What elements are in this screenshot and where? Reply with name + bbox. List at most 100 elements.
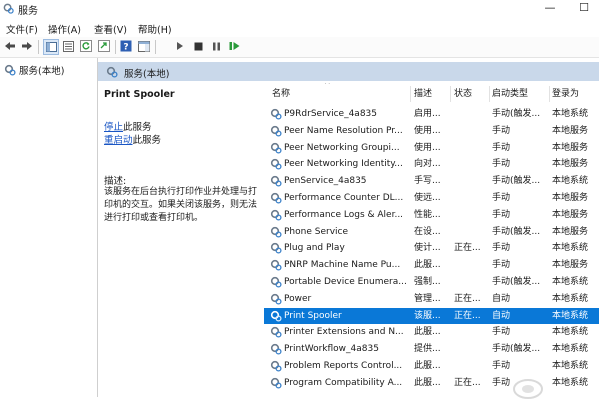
table-row[interactable]: Peer Name Resolution Pr... 使用... 手动 本地服务 <box>264 123 599 140</box>
window-title: 服务 <box>18 6 38 17</box>
services-gear-icon <box>106 66 118 78</box>
service-gear-icon <box>270 360 282 372</box>
menu-action[interactable]: 操作(A) <box>48 22 81 36</box>
table-row[interactable]: Print Spooler 该服... 正在... 自动 本地系统 <box>264 307 599 325</box>
cell-log-on-as: 本地服务 <box>552 193 589 203</box>
cell-status: 正在... <box>454 293 481 304</box>
service-gear-icon <box>270 142 282 154</box>
column-header-name[interactable]: 名称 <box>272 83 402 105</box>
table-row[interactable]: Performance Counter DL... 使远... 手动 本地服务 <box>264 190 599 207</box>
cell-startup-type: 手动 <box>492 142 511 153</box>
properties-icon[interactable] <box>61 39 75 53</box>
cell-name: Performance Logs & Aler... <box>284 209 404 220</box>
table-row[interactable]: Printer Extensions and N... 此服... 手动 本地系统 <box>264 324 599 341</box>
show-hide-action-pane-icon[interactable] <box>137 39 151 53</box>
column-header-startup-type[interactable]: 启动类型 <box>492 83 548 105</box>
cell-status <box>454 324 488 341</box>
table-row[interactable]: Performance Logs & Aler... 性能... 手动 本地服务 <box>264 207 599 224</box>
console-tree-icon[interactable] <box>43 39 59 55</box>
cell-startup-type: 手动 <box>492 361 511 371</box>
cell-description: 启用... <box>414 109 441 119</box>
cell-status <box>454 207 488 224</box>
back-icon[interactable] <box>3 39 17 53</box>
table-row[interactable]: Problem Reports Control... 此服... 手动 本地系统 <box>264 358 599 375</box>
table-row[interactable]: PenService_4a835 手写... 手动(触发... 本地系统 <box>264 173 599 190</box>
cell-startup-type: 手动 <box>492 193 511 203</box>
column-header-description[interactable]: 描述 <box>414 83 448 105</box>
stop-service-icon[interactable] <box>191 39 205 53</box>
cell-name: Plug and Play <box>284 243 345 254</box>
cell-log-on-as: 本地系统 <box>552 377 589 388</box>
column-header-status[interactable]: 状态 <box>454 83 488 105</box>
cell-startup-type: 手动 <box>492 159 511 170</box>
table-row[interactable]: P9RdrService_4a835 启用... 手动(触发... 本地系统 <box>264 106 599 123</box>
refresh-icon[interactable] <box>79 39 93 53</box>
menu-bar: 文件(F) 操作(A) 查看(V) 帮助(H) <box>0 19 599 37</box>
start-service-icon[interactable] <box>173 39 187 53</box>
service-gear-icon <box>270 293 282 305</box>
table-row[interactable]: PNRP Machine Name Pu... 此服... 手动 本地服务 <box>264 257 599 274</box>
column-divider <box>410 86 411 102</box>
table-row[interactable]: Plug and Play 使计... 正在... 手动 本地系统 <box>264 240 599 257</box>
toolbar-separator <box>115 40 116 54</box>
menu-help[interactable]: 帮助(H) <box>138 22 172 36</box>
cell-log-on-as: 本地系统 <box>552 109 589 119</box>
cell-status <box>454 156 488 173</box>
table-row[interactable]: Portable Device Enumera... 强制... 手动(触发... 本… <box>264 274 599 291</box>
service-gear-icon <box>270 377 282 389</box>
cell-status <box>454 224 488 241</box>
pause-service-icon[interactable] <box>209 39 223 53</box>
restart-service-icon[interactable] <box>227 39 241 53</box>
cell-name: Program Compatibility A... <box>284 377 403 388</box>
cell-description: 提供... <box>414 344 441 355</box>
cell-status <box>454 274 488 291</box>
minimize-button[interactable]: — <box>535 0 565 18</box>
cell-description: 此服... <box>414 327 441 338</box>
services-gear-icon <box>4 64 16 76</box>
cell-name: Portable Device Enumera... <box>284 277 407 287</box>
toolbar-separator <box>38 40 39 54</box>
table-row[interactable]: Phone Service 在设... 手动(触发... 本地服务 <box>264 224 599 241</box>
help-icon[interactable]: ? <box>119 39 133 53</box>
cell-startup-type: 手动(触发... <box>492 109 541 119</box>
service-gear-icon <box>270 108 282 120</box>
cell-status <box>454 123 488 140</box>
service-gear-icon <box>270 176 282 187</box>
menu-file[interactable]: 文件(F) <box>6 22 38 36</box>
forward-icon[interactable] <box>20 39 34 53</box>
service-detail-panel: Print Spooler 停止此服务 重启动此服务 描述: 该服务在后台执行打… <box>98 83 263 397</box>
restart-service-line: 重启动此服务 <box>104 132 161 146</box>
cell-status <box>454 190 488 207</box>
export-list-icon[interactable] <box>97 39 111 53</box>
table-row[interactable]: Peer Networking Groupi... 使用... 手动 本地服务 <box>264 140 599 157</box>
maximize-button[interactable]: ☐ <box>569 0 599 18</box>
title-bar: 服务 — ☐ <box>0 0 599 18</box>
cell-status <box>454 106 488 123</box>
cell-description: 性能... <box>414 209 441 220</box>
tree-node-services-local[interactable]: 服务(本地) <box>4 63 64 77</box>
cell-startup-type: 手动 <box>492 209 511 220</box>
cell-description: 管理... <box>414 293 441 304</box>
column-header-log-on-as[interactable]: 登录为 <box>552 83 598 105</box>
cell-startup-type: 自动 <box>492 293 511 304</box>
service-gear-icon <box>270 209 282 221</box>
cell-description: 此服... <box>414 377 441 388</box>
service-gear-icon <box>270 159 282 170</box>
cell-log-on-as: 本地系统 <box>552 243 589 254</box>
cell-log-on-as: 本地服务 <box>552 226 589 237</box>
table-row[interactable]: Program Compatibility A... 此服... 正在... 手动 本地… <box>264 375 599 392</box>
cell-status <box>454 140 488 157</box>
cell-log-on-as: 本地系统 <box>552 361 589 371</box>
restart-service-link[interactable]: 重启动 <box>104 135 133 146</box>
cell-log-on-as: 本地服务 <box>552 209 589 220</box>
table-row[interactable]: PrintWorkflow_4a835 提供... 手动(触发... 本地系统 <box>264 341 599 358</box>
cell-description: 使用... <box>414 142 441 153</box>
menu-view[interactable]: 查看(V) <box>94 22 127 36</box>
pane-header-label: 服务(本地) <box>124 69 170 80</box>
cell-name: Problem Reports Control... <box>284 361 403 371</box>
cell-name: Peer Networking Identity... <box>284 159 403 170</box>
cell-log-on-as: 本地系统 <box>552 176 589 187</box>
cell-startup-type: 手动 <box>492 243 511 254</box>
table-row[interactable]: Power 管理... 正在... 自动 本地系统 <box>264 291 599 308</box>
table-row[interactable]: Peer Networking Identity... 向对... 手动 本地服务 <box>264 156 599 173</box>
